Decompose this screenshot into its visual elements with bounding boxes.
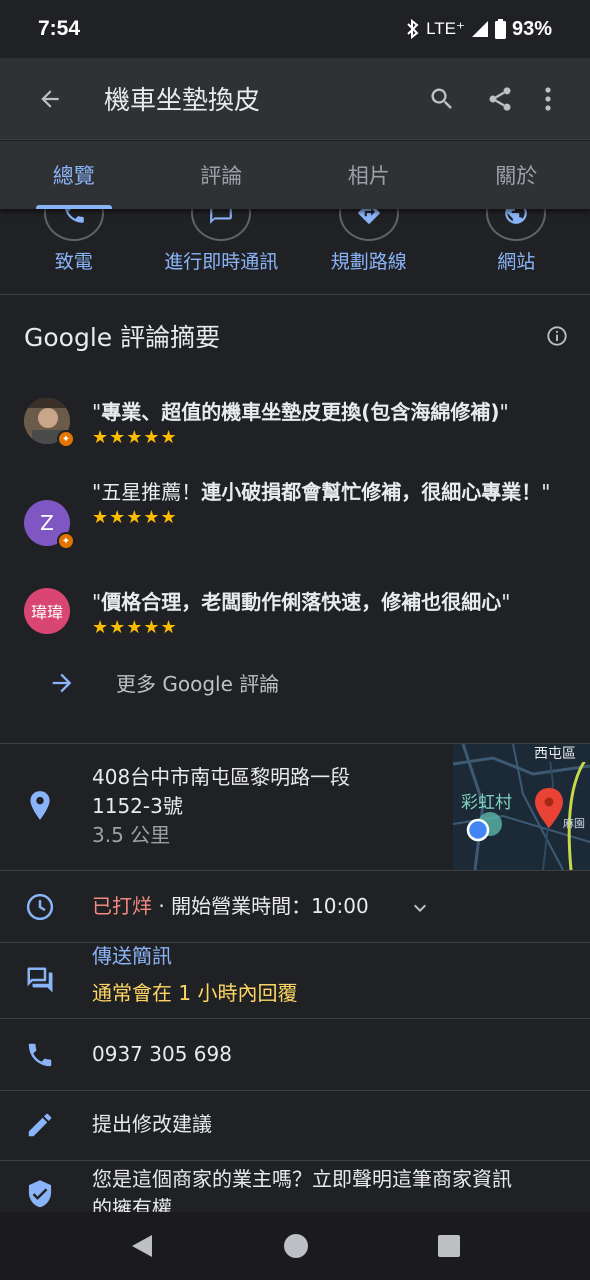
map-label-partial: 麻園 bbox=[563, 817, 585, 830]
battery-percent: 93% bbox=[511, 17, 552, 40]
address-line-2: 1152-3號 bbox=[92, 794, 183, 818]
arrow-forward-icon bbox=[48, 669, 76, 697]
review-summary-header: Google 評論摘要 bbox=[24, 318, 568, 354]
local-guide-badge-icon: ✦ bbox=[57, 430, 75, 448]
review-quote: "專業、超值的機車坐墊皮更換(包含海綿修補)" bbox=[92, 400, 509, 424]
tab-bar: 總覽 評論 相片 關於 bbox=[0, 141, 590, 209]
phone-icon bbox=[24, 1040, 56, 1070]
back-button[interactable] bbox=[0, 86, 100, 112]
nav-recents-icon[interactable] bbox=[438, 1235, 460, 1257]
suggest-edit-label: 提出修改建議 bbox=[92, 1112, 212, 1136]
reply-time: 通常會在 1 小時內回覆 bbox=[92, 981, 298, 1005]
search-icon[interactable] bbox=[428, 85, 456, 113]
avatar-initial: 瑋瑋 bbox=[30, 603, 63, 622]
claim-line-2: 的擁有權 bbox=[92, 1196, 172, 1212]
status-time: 7:54 bbox=[38, 17, 81, 40]
divider bbox=[0, 1090, 590, 1091]
more-vert-icon[interactable] bbox=[544, 86, 552, 112]
star-rating: ★★★★★ bbox=[92, 427, 178, 448]
status-indicators: LTE⁺ 93% bbox=[406, 18, 552, 41]
send-message-label: 傳送簡訊 bbox=[92, 944, 172, 968]
battery-icon bbox=[494, 19, 506, 39]
more-reviews-link[interactable]: 更多 Google 評論 bbox=[48, 668, 279, 697]
star-rating: ★★★★★ bbox=[92, 507, 178, 528]
review-summary-item[interactable]: ✦ "專業、超值的機車坐墊皮更換(包含海綿修補)" ★★★★★ bbox=[24, 398, 570, 449]
phone-number: 0937 305 698 bbox=[92, 1042, 232, 1066]
directions-label: 規劃路線 bbox=[330, 251, 407, 273]
review-summary-item[interactable]: Z ✦ "五星推薦！連小破損都會幫忙修補，很細心專業！" ★★★★★ bbox=[24, 478, 570, 550]
call-label: 致電 bbox=[54, 251, 93, 273]
map-label-district: 西屯區 bbox=[534, 746, 576, 762]
info-icon[interactable] bbox=[546, 325, 568, 347]
tab-overview[interactable]: 總覽 bbox=[0, 141, 148, 209]
chevron-down-icon[interactable] bbox=[406, 896, 434, 920]
avatar: Z ✦ bbox=[24, 500, 75, 550]
network-type: LTE⁺ bbox=[426, 19, 465, 38]
avatar-initial: Z bbox=[40, 511, 54, 535]
claim-business-row[interactable]: 您是這個商家的業主嗎？立即聲明這筆商家資訊 的擁有權 bbox=[0, 1161, 590, 1212]
local-guide-badge-icon: ✦ bbox=[57, 532, 75, 550]
avatar: ✦ bbox=[24, 398, 75, 448]
edit-pencil-icon bbox=[24, 1110, 56, 1140]
open-status: 已打烊 bbox=[92, 894, 152, 918]
chat-label: 進行即時通訊 bbox=[164, 251, 279, 273]
divider bbox=[0, 870, 590, 871]
page-title: 機車坐墊換皮 bbox=[104, 86, 261, 116]
review-quote: "價格合理，老闆動作俐落快速，修補也很細心" bbox=[92, 590, 511, 614]
review-quote: "五星推薦！連小破損都會幫忙修補，很細心專業！" bbox=[92, 480, 551, 504]
review-summary-title: Google 評論摘要 bbox=[24, 323, 221, 352]
signal-icon bbox=[471, 20, 489, 38]
clock-icon bbox=[24, 892, 56, 922]
tab-reviews[interactable]: 評論 bbox=[148, 141, 296, 209]
map-thumbnail[interactable]: 西屯區 彩虹村 麻園 bbox=[453, 744, 590, 870]
system-nav-bar bbox=[0, 1212, 590, 1280]
more-reviews-label: 更多 Google 評論 bbox=[116, 672, 280, 696]
map-label-place: 彩虹村 bbox=[461, 793, 512, 813]
address-line-1: 408台中市南屯區黎明路一段 bbox=[92, 765, 351, 789]
divider bbox=[0, 1018, 590, 1019]
star-rating: ★★★★★ bbox=[92, 617, 178, 638]
website-label: 網站 bbox=[497, 251, 536, 273]
avatar: 瑋瑋 bbox=[24, 588, 70, 634]
tab-photos[interactable]: 相片 bbox=[295, 141, 443, 209]
review-summary-item[interactable]: 瑋瑋 "價格合理，老闆動作俐落快速，修補也很細心" ★★★★★ bbox=[24, 588, 570, 639]
opening-time: · 開始營業時間：10:00 bbox=[152, 894, 369, 918]
status-bar: 7:54 LTE⁺ 93% bbox=[0, 0, 590, 58]
claim-line-1: 您是這個商家的業主嗎？立即聲明這筆商家資訊 bbox=[92, 1167, 512, 1191]
nav-back-icon[interactable] bbox=[130, 1233, 154, 1259]
app-bar: 機車坐墊換皮 bbox=[0, 58, 590, 140]
forum-icon bbox=[24, 965, 56, 995]
distance: 3.5 公里 bbox=[92, 823, 171, 847]
nav-home-icon[interactable] bbox=[283, 1233, 309, 1259]
bluetooth-icon bbox=[406, 19, 420, 39]
arrow-back-icon bbox=[37, 86, 63, 112]
tab-about[interactable]: 關於 bbox=[443, 141, 590, 209]
verified-shield-icon bbox=[24, 1179, 56, 1211]
share-icon[interactable] bbox=[486, 85, 514, 113]
location-pin-icon bbox=[24, 790, 56, 822]
